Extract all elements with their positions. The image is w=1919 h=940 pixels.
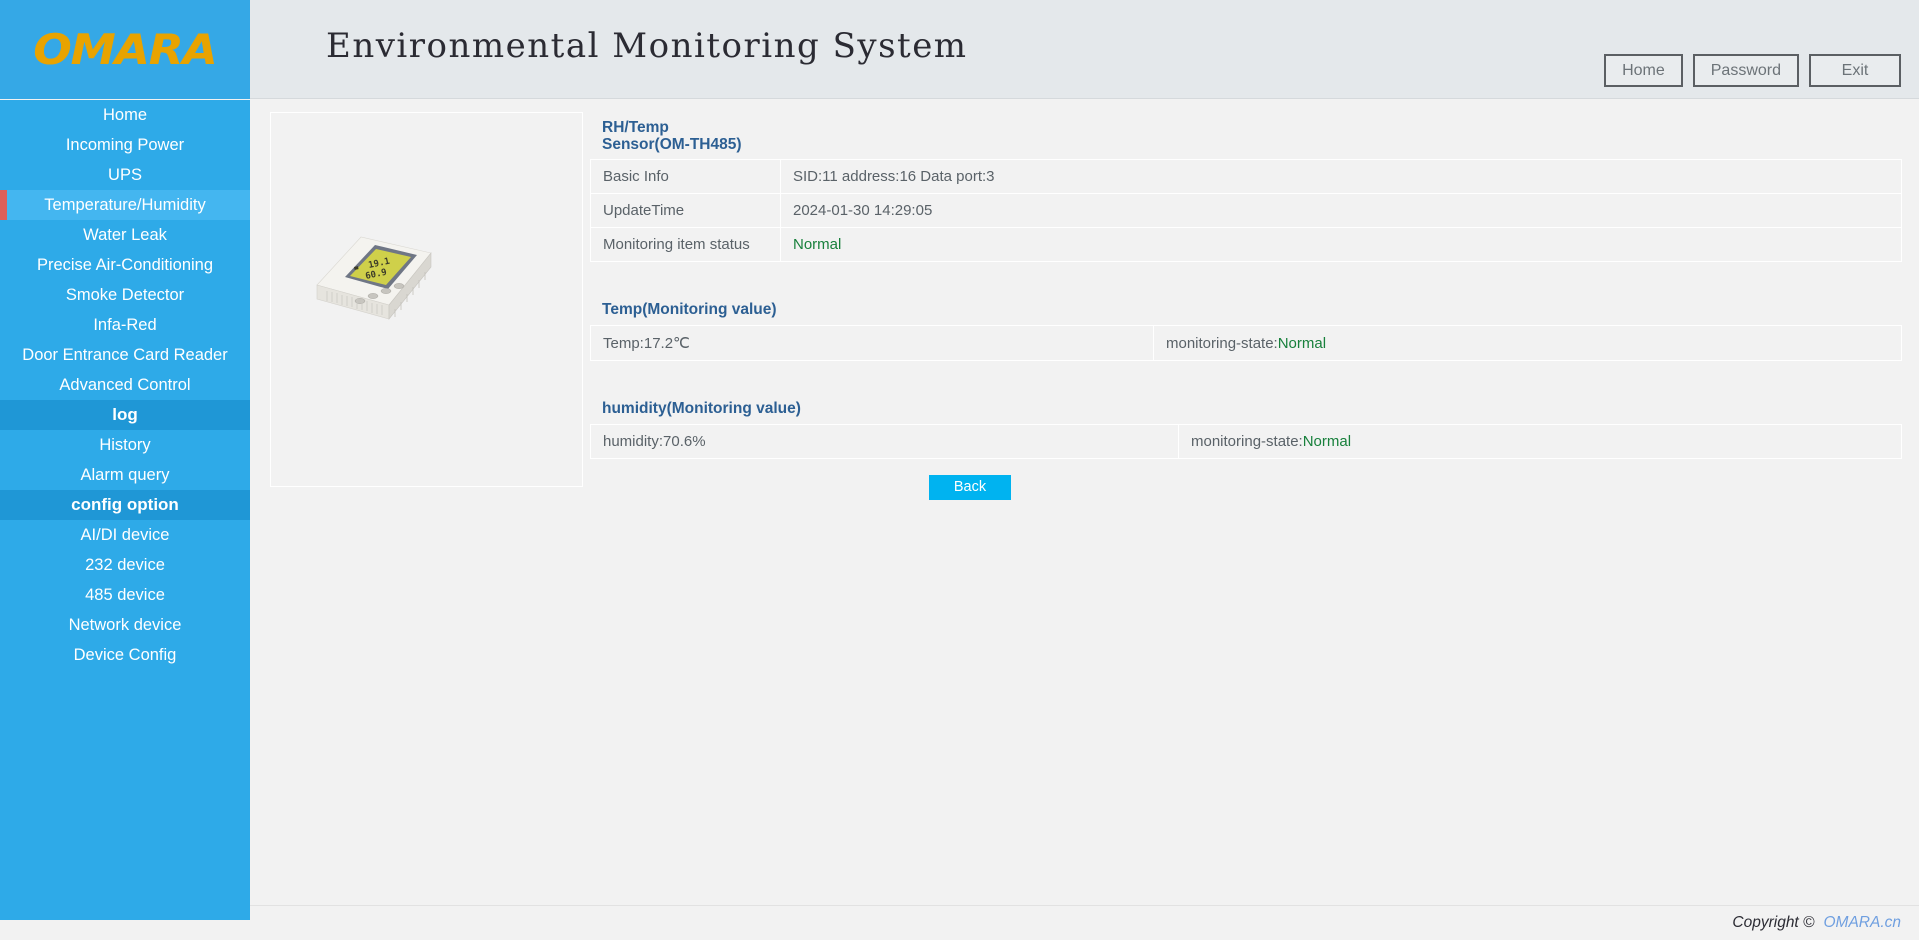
sidebar-item-history[interactable]: History [0, 430, 250, 460]
page-title: Environmental Monitoring System [326, 26, 968, 66]
sidebar-item-device-config[interactable]: Device Config [0, 640, 250, 670]
header-button-group: Home Password Exit [1604, 54, 1901, 87]
status-badge: Normal [793, 236, 841, 253]
temp-state-value: Normal [1278, 335, 1326, 352]
table-row: Basic Info SID:11 address:16 Data port:3 [591, 160, 1902, 194]
update-time-label: UpdateTime [591, 194, 781, 228]
app-footer: Copyright © OMARA.cn [250, 905, 1919, 940]
sidebar-item-temperature-humidity[interactable]: Temperature/Humidity [0, 190, 250, 220]
humidity-state-label: monitoring-state: [1191, 433, 1303, 450]
humidity-value: humidity:70.6% [591, 425, 1179, 459]
exit-button[interactable]: Exit [1809, 54, 1901, 87]
humidity-section-title: humidity(Monitoring value) [590, 393, 1902, 423]
update-time-value: 2024-01-30 14:29:05 [781, 194, 1902, 228]
back-button[interactable]: Back [929, 475, 1011, 500]
basic-info-label: Basic Info [591, 160, 781, 194]
sensor-detail-column: RH/Temp Sensor(OM-TH485) Basic Info SID:… [590, 112, 1902, 500]
spacer [590, 361, 1902, 393]
sidebar-group-log: log [0, 400, 250, 430]
sidebar-item-ups[interactable]: UPS [0, 160, 250, 190]
temp-state-cell: monitoring-state:Normal [1154, 326, 1902, 361]
sidebar-item-water-leak[interactable]: Water Leak [0, 220, 250, 250]
sidebar-item-advanced-control[interactable]: Advanced Control [0, 370, 250, 400]
basic-info-table: Basic Info SID:11 address:16 Data port:3… [590, 159, 1902, 262]
table-row: Temp:17.2℃ monitoring-state:Normal [591, 326, 1902, 361]
sensor-title: RH/Temp Sensor(OM-TH485) [590, 112, 760, 159]
basic-info-value: SID:11 address:16 Data port:3 [781, 160, 1902, 194]
monitoring-status-label: Monitoring item status [591, 228, 781, 262]
temp-value: Temp:17.2℃ [591, 326, 1154, 361]
main-content: 19.1 60.9 [250, 100, 1919, 905]
humidity-measure-table: humidity:70.6% monitoring-state:Normal [590, 424, 1902, 459]
home-button[interactable]: Home [1604, 54, 1683, 87]
temp-measure-table: Temp:17.2℃ monitoring-state:Normal [590, 325, 1902, 361]
sidebar-item-alarm-query[interactable]: Alarm query [0, 460, 250, 490]
omara-logo: OMARA [33, 25, 216, 74]
sidebar-item-232-device[interactable]: 232 device [0, 550, 250, 580]
sidebar-item-precise-air-conditioning[interactable]: Precise Air-Conditioning [0, 250, 250, 280]
sidebar-nav: HomeIncoming PowerUPSTemperature/Humidit… [0, 100, 250, 920]
table-row: Monitoring item status Normal [591, 228, 1902, 262]
monitoring-status-value: Normal [781, 228, 1902, 262]
app-header: OMARA Environmental Monitoring System Ho… [0, 0, 1919, 99]
device-image-panel: 19.1 60.9 [270, 112, 583, 487]
temp-state-label: monitoring-state: [1166, 335, 1278, 352]
back-button-row: Back [590, 475, 1350, 500]
table-row: humidity:70.6% monitoring-state:Normal [591, 425, 1902, 459]
logo-container: OMARA [0, 0, 250, 99]
sidebar-item-485-device[interactable]: 485 device [0, 580, 250, 610]
sidebar-item-home[interactable]: Home [0, 100, 250, 130]
sidebar-item-smoke-detector[interactable]: Smoke Detector [0, 280, 250, 310]
sidebar-item-door-entrance-card-reader[interactable]: Door Entrance Card Reader [0, 340, 250, 370]
humidity-state-value: Normal [1303, 433, 1351, 450]
footer-sidebar-strip [0, 920, 250, 940]
copyright-text: Copyright © [1732, 914, 1814, 932]
rh-temp-sensor-photo: 19.1 60.9 [309, 223, 437, 323]
password-button[interactable]: Password [1693, 54, 1799, 87]
omara-link[interactable]: OMARA.cn [1823, 914, 1901, 932]
spacer [590, 262, 1902, 294]
sidebar-item-infa-red[interactable]: Infa-Red [0, 310, 250, 340]
humidity-state-cell: monitoring-state:Normal [1179, 425, 1902, 459]
table-row: UpdateTime 2024-01-30 14:29:05 [591, 194, 1902, 228]
temp-section-title: Temp(Monitoring value) [590, 294, 1902, 324]
sidebar-item-network-device[interactable]: Network device [0, 610, 250, 640]
sidebar-group-config-option: config option [0, 490, 250, 520]
sidebar-item-ai-di-device[interactable]: AI/DI device [0, 520, 250, 550]
sidebar-item-incoming-power[interactable]: Incoming Power [0, 130, 250, 160]
